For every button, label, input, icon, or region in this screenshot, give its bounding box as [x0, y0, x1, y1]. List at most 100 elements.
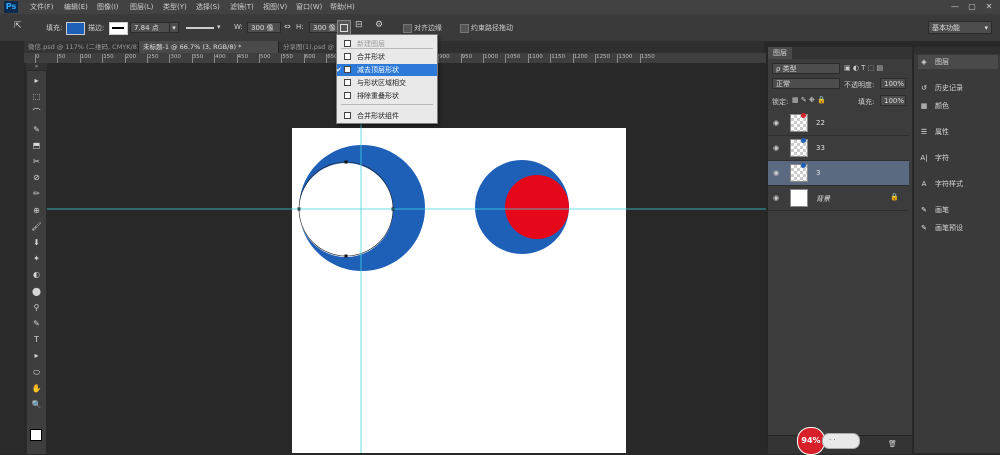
layer-filter-select[interactable]: ρ 类型 [772, 63, 840, 74]
tool-icon-1[interactable]: ⬚ [30, 91, 43, 103]
layer-row[interactable]: ◉ 3 [768, 161, 909, 186]
side-dock: ◈ 图层 ↺ 历史记录 ▦ 颜色 ☰ 属性 A| 字符 A 字符样式 ✎ 画笔 ✎ 画笔预设 [913, 47, 1000, 453]
layer-color-dot [801, 138, 806, 143]
tool-icon-5[interactable]: ✂ [30, 156, 43, 168]
layer-name: 3 [816, 169, 821, 177]
path-menu-label: 合并形状 [357, 53, 385, 61]
dock-item[interactable]: ✎ 画笔预设 [918, 221, 998, 235]
dock-item-label: 字符 [935, 154, 949, 162]
path-menu-item[interactable]: 排除重叠形状 [337, 90, 437, 102]
widget-icons: · · [829, 436, 836, 444]
tool-icon-14[interactable]: ⚲ [30, 302, 43, 314]
eye-icon[interactable]: ◉ [773, 144, 783, 152]
red-circle-shape [505, 175, 569, 239]
filter-type-icons[interactable]: ▣ ◐ T ⬚ ▤ [844, 64, 883, 72]
tool-icon-0[interactable]: ▸ [30, 75, 43, 87]
path-op-icon [344, 40, 351, 47]
menu-separator [341, 48, 433, 49]
lock-icons[interactable]: ▦ ✎ ✥ 🔒 [792, 96, 826, 104]
dock-item-icon: ↺ [921, 84, 927, 92]
dock-item-label: 画笔 [935, 206, 949, 214]
dock-item-label: 颜色 [935, 102, 949, 110]
blend-mode-select[interactable]: 正常 [772, 78, 840, 89]
toolbar-collapse-icon[interactable]: » [26, 63, 47, 70]
layer-row[interactable]: ◉ 33 [768, 136, 909, 161]
menu-separator [341, 104, 433, 105]
layers-panel-header: 图层 [768, 47, 912, 59]
tool-icon-12[interactable]: ◐ [30, 269, 43, 281]
dock-item-label: 属性 [935, 128, 949, 136]
performance-badge[interactable]: 94% [797, 427, 825, 455]
path-menu-item[interactable]: 合并形状 [337, 51, 437, 63]
layer-row[interactable]: ◉ 背景 🔒 [768, 186, 909, 211]
tool-icon-7[interactable]: ✏ [30, 188, 43, 200]
dock-item-label: 字符样式 [935, 180, 963, 188]
dock-item[interactable]: ▦ 颜色 [918, 99, 998, 113]
eye-icon[interactable]: ◉ [773, 194, 783, 202]
path-menu-label: 与形状区域相交 [357, 79, 406, 87]
tool-icon-17[interactable]: ▸ [30, 350, 43, 362]
crescent-shape [298, 145, 426, 271]
lock-icon: 🔒 [890, 193, 899, 201]
opacity-field[interactable]: 100% [880, 78, 906, 89]
tool-icon-18[interactable]: ⬭ [30, 367, 43, 379]
lock-label: 锁定: [772, 98, 789, 106]
tool-icon-20[interactable]: 🔍 [30, 399, 43, 411]
layer-row[interactable]: ◉ 22 [768, 111, 909, 136]
fill-label: 填充: [858, 98, 875, 106]
foreground-color-swatch[interactable] [30, 429, 42, 441]
layer-color-dot [801, 163, 806, 168]
tool-icon-3[interactable]: ✎ [30, 124, 43, 136]
tool-icon-15[interactable]: ✎ [30, 318, 43, 330]
path-op-icon [344, 53, 351, 60]
dock-item[interactable]: ☰ 属性 [918, 125, 998, 139]
tool-icon-11[interactable]: ✦ [30, 253, 43, 265]
path-menu-item[interactable]: 与形状区域相交 [337, 77, 437, 89]
path-op-icon [344, 92, 351, 99]
path-operations-menu: 新建图层 合并形状 ✔ 减去顶层形状 与形状区域相交 排除重叠形状 合并形状组件 [336, 34, 438, 124]
layer-list: ◉ 22 ◉ 33 ◉ 3 ◉ 背景 🔒 [768, 111, 909, 211]
dock-item[interactable]: ◈ 图层 [918, 55, 998, 69]
badge-widget[interactable]: · · [822, 433, 860, 449]
path-menu-label: 减去顶层形状 [357, 66, 399, 74]
dock-item-icon: A [921, 180, 927, 188]
dock-item-icon: ▦ [920, 102, 928, 110]
tab-layers[interactable]: 图层 [768, 47, 792, 59]
layer-name: 背景 [816, 195, 830, 203]
tool-icon-10[interactable]: ⬇ [30, 237, 43, 249]
dock-item[interactable]: A| 字符 [918, 151, 998, 165]
tool-icon-4[interactable]: ⬒ [30, 140, 43, 152]
dock-item-icon: ✎ [921, 224, 927, 232]
path-op-icon [344, 79, 351, 86]
trash-icon[interactable]: 🗑 [888, 440, 897, 448]
opacity-label: 不透明度: [844, 81, 875, 89]
dock-item[interactable]: ✎ 画笔 [918, 203, 998, 217]
path-op-icon [344, 66, 351, 73]
tool-icon-8[interactable]: ⊕ [30, 205, 43, 217]
tool-icon-13[interactable]: ⬤ [30, 286, 43, 298]
tool-icon-19[interactable]: ✋ [30, 383, 43, 395]
layer-name: 33 [816, 144, 825, 152]
dock-item[interactable]: A 字符样式 [918, 177, 998, 191]
dock-header [914, 47, 1000, 54]
dock-item-icon: ✎ [921, 206, 927, 214]
tool-icon-9[interactable]: 🖌 [30, 221, 43, 233]
path-menu-label: 排除重叠形状 [357, 92, 399, 100]
eye-icon[interactable]: ◉ [773, 169, 783, 177]
dock-item-label: 画笔预设 [935, 224, 963, 232]
tool-icon-6[interactable]: ⊘ [30, 172, 43, 184]
layer-name: 22 [816, 119, 825, 127]
dock-item[interactable]: ↺ 历史记录 [918, 81, 998, 95]
anchor-point [344, 254, 348, 258]
path-op-icon [344, 112, 351, 119]
fill-field[interactable]: 100% [880, 95, 906, 106]
dock-item-label: 图层 [935, 58, 949, 66]
dock-item-icon: A| [920, 154, 928, 162]
tool-icon-16[interactable]: T [30, 334, 43, 346]
path-menu-item[interactable]: ✔ 减去顶层形状 [336, 64, 437, 76]
path-menu-item[interactable]: 合并形状组件 [337, 110, 437, 122]
dock-items: ◈ 图层 ↺ 历史记录 ▦ 颜色 ☰ 属性 A| 字符 A 字符样式 ✎ 画笔 ✎ 画笔预设 [914, 55, 1000, 255]
path-menu-label: 合并形状组件 [357, 112, 399, 120]
eye-icon[interactable]: ◉ [773, 119, 783, 127]
tool-icon-2[interactable]: ⌒ [30, 107, 43, 119]
